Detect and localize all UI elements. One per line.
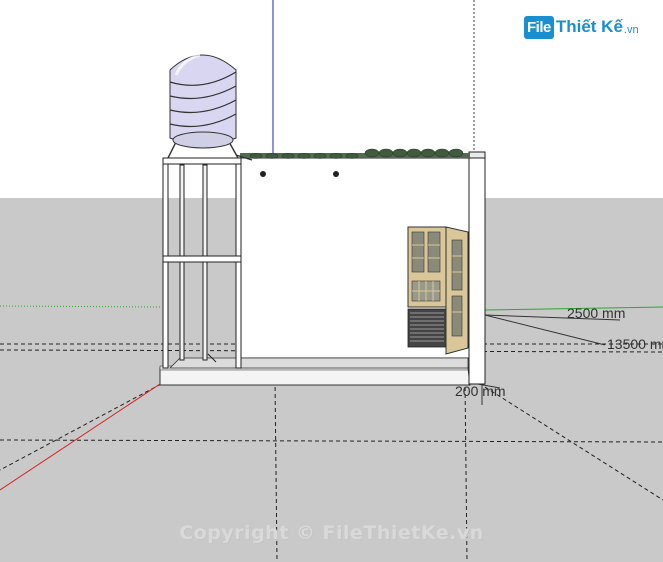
door-window[interactable]	[407, 226, 469, 355]
water-tank[interactable]	[169, 53, 237, 149]
dimension-label-13500[interactable]: 13500 mm	[607, 337, 663, 351]
base-slab[interactable]	[159, 367, 471, 386]
filethietke-logo: File Thiết Kế .vn	[524, 12, 639, 42]
vent-hole-right	[333, 171, 339, 177]
sketchup-viewport[interactable]: 2500 mm 13500 mm 200 mm File Thiết Kế .v…	[0, 0, 663, 562]
copyright-watermark: Copyright © FileThietKe.vn	[179, 522, 484, 544]
vent-hole-left	[260, 171, 266, 177]
interior-floor	[169, 357, 469, 369]
logo-box: File	[524, 15, 554, 39]
dimension-label-2500[interactable]: 2500 mm	[567, 306, 625, 320]
model-scene[interactable]	[0, 0, 663, 562]
side-wall-column[interactable]	[468, 155, 486, 385]
logo-ext: .vn	[623, 23, 639, 36]
logo-text: Thiết Kế	[555, 17, 623, 36]
dimension-label-200[interactable]: 200 mm	[455, 384, 506, 398]
column-cap	[468, 151, 486, 159]
